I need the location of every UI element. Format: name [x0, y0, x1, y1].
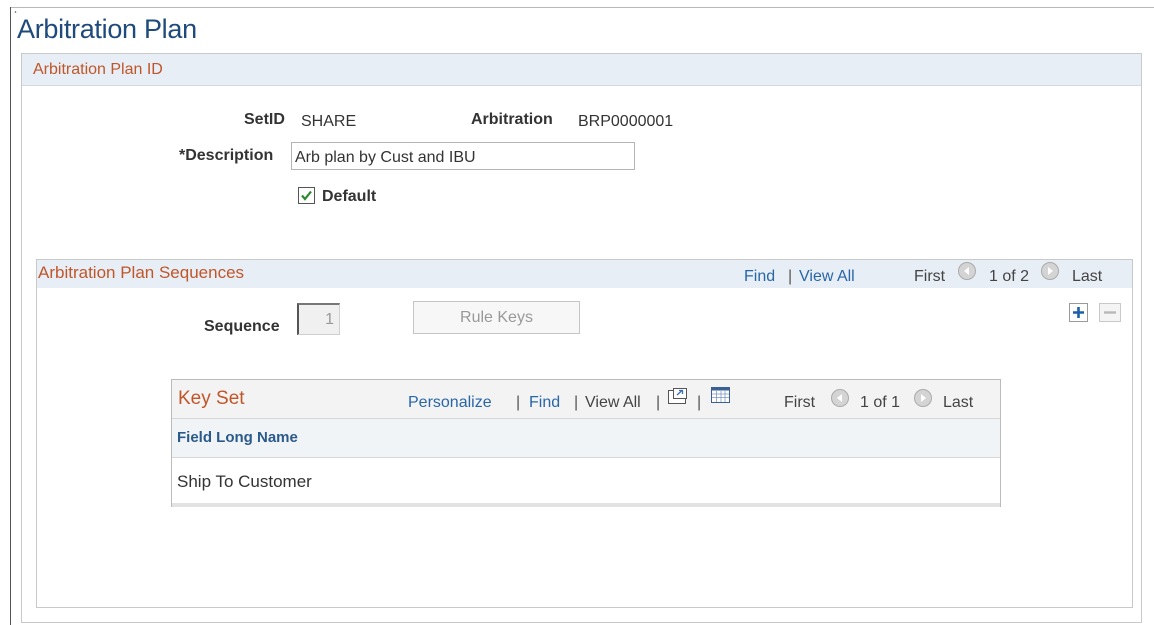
page-title: Arbitration Plan: [17, 14, 197, 44]
sequences-next-button[interactable]: [1041, 262, 1059, 280]
add-row-button[interactable]: [1069, 303, 1088, 322]
arbitration-plan-id-header: [22, 54, 1141, 86]
description-field[interactable]: [291, 142, 635, 170]
sequence-label: Sequence: [204, 318, 280, 335]
personalize-link[interactable]: Personalize: [408, 394, 492, 412]
sequences-label: Arbitration Plan Sequences: [38, 263, 245, 282]
separator: |: [697, 394, 702, 411]
rule-keys-button: Rule Keys: [413, 301, 580, 334]
key-set-next-button: [914, 389, 932, 407]
key-set-view-all-link[interactable]: View All: [585, 394, 641, 412]
download-button[interactable]: [710, 386, 731, 404]
separator: |: [516, 394, 521, 411]
grid-bottom-border: [172, 503, 1000, 507]
zoom-button[interactable]: [667, 387, 688, 405]
sequences-view-all-link[interactable]: View All: [799, 268, 855, 286]
arrow-right-icon: [1048, 267, 1053, 275]
checkmark-icon: [301, 190, 312, 201]
separator: |: [788, 268, 793, 285]
key-set-title: Key Set: [178, 388, 245, 409]
key-set-first: First: [784, 394, 816, 411]
zoom-icon: [668, 388, 687, 404]
column-header-field-long-name[interactable]: Field Long Name: [177, 429, 298, 446]
sequences-find-link[interactable]: Find: [744, 268, 775, 286]
sequences-last: Last: [1072, 268, 1103, 285]
arbitration-label: Arbitration: [471, 111, 553, 128]
separator: |: [574, 394, 579, 411]
description-label: *Description: [179, 147, 274, 164]
arbitration-value: BRP0000001: [578, 113, 674, 130]
key-set-last: Last: [943, 394, 974, 411]
key-set-counter: 1 of 1: [860, 394, 901, 411]
setid-label: SetID: [244, 111, 285, 128]
sequence-field: 1: [297, 303, 340, 335]
delete-row-button: [1099, 303, 1121, 322]
frame-left-border: [10, 7, 11, 625]
minus-icon: [1104, 311, 1116, 314]
arrow-left-icon: [964, 267, 969, 275]
plus-icon: [1073, 307, 1084, 318]
frame-top-border: [10, 7, 1154, 8]
separator: |: [656, 394, 661, 411]
key-set-find-link[interactable]: Find: [529, 394, 560, 412]
arrow-left-icon: [837, 394, 842, 402]
arrow-right-icon: [921, 394, 926, 402]
sequences-counter: 1 of 2: [989, 268, 1030, 285]
table-row-cell: Ship To Customer: [177, 472, 312, 491]
sequences-prev-button: [958, 262, 976, 280]
grid-icon: [711, 387, 730, 403]
arbitration-plan-id-label: Arbitration Plan ID: [33, 61, 163, 78]
default-label: Default: [322, 188, 377, 205]
setid-value: SHARE: [301, 113, 357, 130]
key-set-prev-button: [831, 389, 849, 407]
sequences-first: First: [914, 268, 946, 285]
default-checkbox[interactable]: [298, 187, 315, 204]
